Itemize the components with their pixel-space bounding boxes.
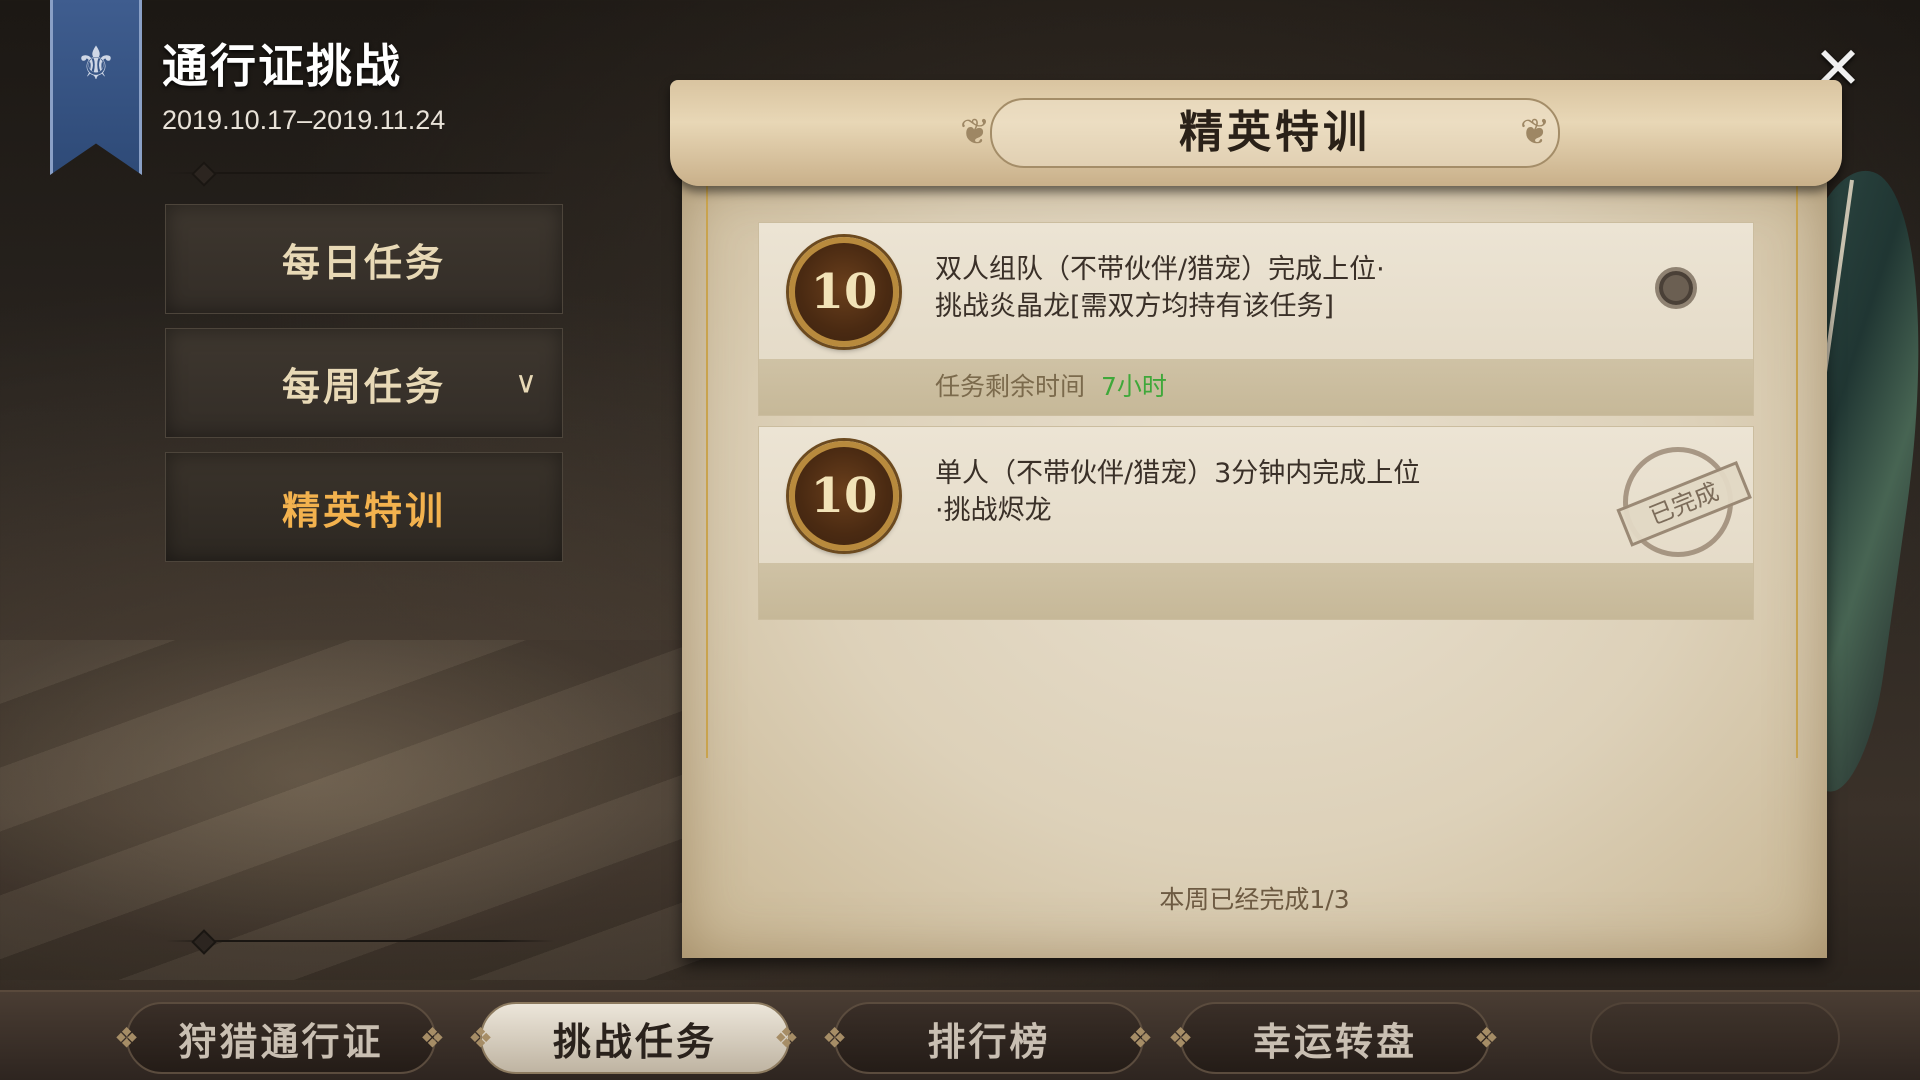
task-card[interactable]: 10 双人组队（不带伙伴/猎宠）完成上位· 挑战炎晶龙[需双方均持有该任务] 任… bbox=[758, 222, 1754, 416]
completed-stamp-label: 已完成 bbox=[1616, 460, 1752, 547]
reward-medal-icon: 10 bbox=[789, 237, 899, 347]
reward-value: 10 bbox=[810, 264, 878, 320]
tab-ornament-icon: ❖ bbox=[1168, 1021, 1197, 1055]
tab-ornament-icon: ❖ bbox=[773, 1021, 802, 1055]
task-description: 单人（不带伙伴/猎宠）3分钟内完成上位 ·挑战烬龙 bbox=[935, 455, 1575, 529]
sidebar-item-weekly-tasks[interactable]: 每周任务 ∨ bbox=[165, 328, 563, 438]
tab-ornament-icon: ❖ bbox=[419, 1021, 448, 1055]
sidebar-item-label: 精英特训 bbox=[281, 487, 446, 533]
completed-stamp: 已完成 bbox=[1606, 430, 1752, 574]
remaining-time-label: 任务剩余时间 bbox=[935, 372, 1086, 401]
remaining-time-value: 7小时 bbox=[1101, 372, 1167, 401]
panel-title: 精英特训 bbox=[1179, 107, 1371, 158]
in-progress-icon bbox=[1655, 267, 1697, 309]
reward-value: 10 bbox=[810, 468, 878, 524]
sidebar-item-label: 每日任务 bbox=[281, 239, 446, 285]
scroll-border-left bbox=[706, 178, 708, 758]
guild-banner: ⚜ bbox=[50, 0, 142, 175]
chevron-down-icon[interactable]: ∨ bbox=[515, 366, 540, 401]
task-footer bbox=[759, 563, 1753, 619]
task-description-line: 挑战炎晶龙[需双方均持有该任务] bbox=[935, 291, 1335, 322]
task-footer: 任务剩余时间 7小时 bbox=[759, 359, 1753, 415]
task-description-line: ·挑战烬龙 bbox=[935, 495, 1052, 526]
divider-bottom bbox=[165, 940, 555, 942]
tab-label: 挑战任务 bbox=[552, 1018, 717, 1064]
task-description: 双人组队（不带伙伴/猎宠）完成上位· 挑战炎晶龙[需双方均持有该任务] bbox=[935, 251, 1575, 325]
scroll-border-right bbox=[1796, 178, 1798, 758]
tab-challenge-tasks[interactable]: ❖ 挑战任务 ❖ bbox=[468, 1002, 799, 1074]
tab-label: 狩猎通行证 bbox=[178, 1018, 384, 1064]
remaining-time: 任务剩余时间 7小时 bbox=[935, 359, 1167, 415]
weekly-progress: 本周已经完成1/3 bbox=[1159, 885, 1350, 914]
task-description-line: 双人组队（不带伙伴/猎宠）完成上位· bbox=[935, 254, 1385, 285]
tab-ornament-icon: ❖ bbox=[1473, 1021, 1502, 1055]
sidebar-item-elite-training[interactable]: 精英特训 bbox=[165, 452, 563, 562]
background-floor bbox=[0, 640, 760, 980]
task-card[interactable]: 10 单人（不带伙伴/猎宠）3分钟内完成上位 ·挑战烬龙 已完成 bbox=[758, 426, 1754, 620]
tab-locked-slot bbox=[1590, 1002, 1840, 1074]
sword-emblem-icon: ⚜ bbox=[75, 36, 117, 90]
tab-label: 幸运转盘 bbox=[1252, 1018, 1417, 1064]
sidebar-item-daily-tasks[interactable]: 每日任务 bbox=[165, 204, 563, 314]
flourish-left-icon: ❦ bbox=[960, 112, 991, 153]
date-range: 2019.10.17–2019.11.24 bbox=[162, 105, 446, 135]
tab-lucky-wheel[interactable]: ❖ 幸运转盘 ❖ bbox=[1168, 1002, 1499, 1074]
tab-ornament-icon: ❖ bbox=[822, 1021, 851, 1055]
tab-ornament-icon: ❖ bbox=[468, 1021, 497, 1055]
tab-leaderboard[interactable]: ❖ 排行榜 ❖ bbox=[822, 1002, 1153, 1074]
sidebar-item-label: 每周任务 bbox=[281, 363, 446, 409]
tab-label: 排行榜 bbox=[927, 1018, 1051, 1064]
page-title: 通行证挑战 bbox=[162, 39, 402, 93]
task-description-line: 单人（不带伙伴/猎宠）3分钟内完成上位 bbox=[935, 458, 1421, 489]
divider-top bbox=[165, 172, 555, 174]
tab-ornament-icon: ❖ bbox=[114, 1021, 143, 1055]
tab-hunting-pass[interactable]: ❖ 狩猎通行证 ❖ bbox=[114, 1002, 445, 1074]
tab-ornament-icon: ❖ bbox=[1127, 1021, 1156, 1055]
reward-medal-icon: 10 bbox=[789, 441, 899, 551]
